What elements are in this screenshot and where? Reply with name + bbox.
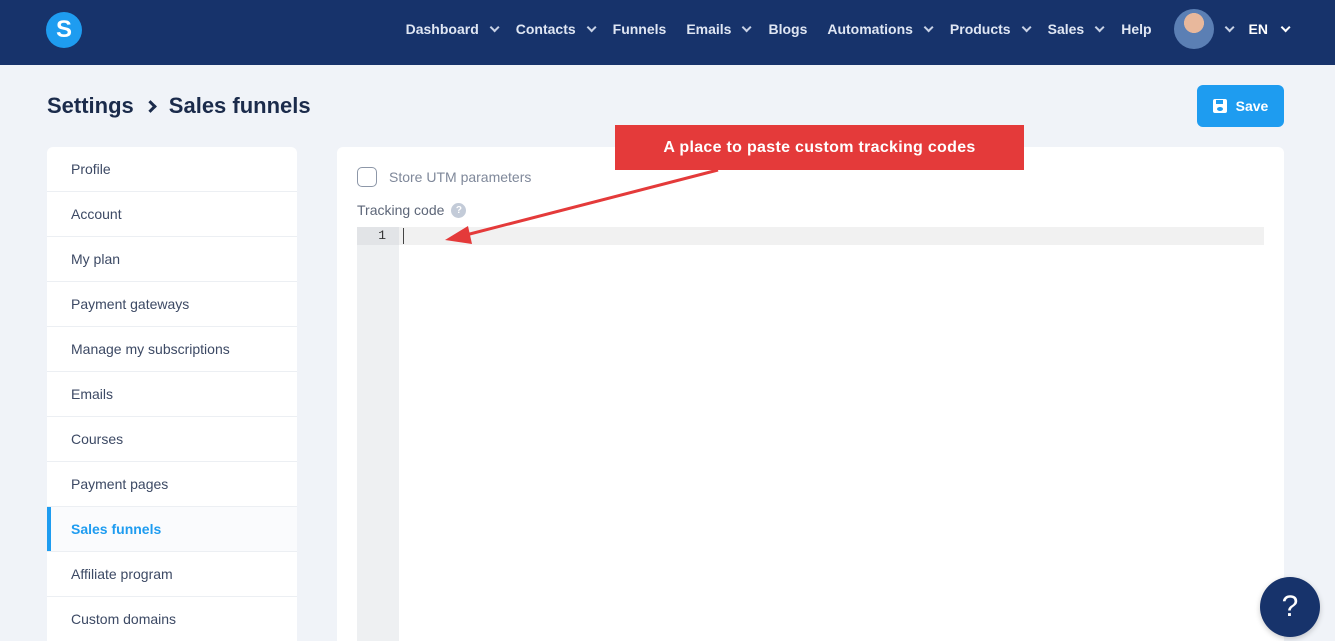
tracking-code-editor: 1 [357,227,1264,641]
nav-products[interactable]: Products [950,21,1032,37]
line-number: 1 [357,227,399,245]
sidebar-item-account[interactable]: Account [47,192,297,237]
user-avatar[interactable] [1173,9,1214,49]
chevron-down-icon [742,21,753,32]
nav-contacts[interactable]: Contacts [516,21,597,37]
sidebar-item-payment-pages[interactable]: Payment pages [47,462,297,507]
chevron-down-icon [1094,21,1105,32]
nav-blogs[interactable]: Blogs [768,21,807,37]
systeme-logo[interactable]: S [46,12,82,48]
nav-help[interactable]: Help [1121,21,1151,37]
breadcrumb-settings[interactable]: Settings [47,93,134,119]
sidebar-item-profile[interactable]: Profile [47,147,297,192]
editor-gutter [357,227,399,641]
nav-emails[interactable]: Emails [686,21,753,37]
settings-panel: Store UTM parameters Tracking code ? 1 [337,147,1284,641]
store-utm-checkbox[interactable] [357,167,377,187]
chevron-down-icon [1021,21,1032,32]
sidebar-item-sales-funnels[interactable]: Sales funnels [47,507,297,552]
sidebar-item-emails[interactable]: Emails [47,372,297,417]
help-chat-button[interactable]: ? [1260,577,1320,637]
tracking-code-label: Tracking code ? [357,202,467,218]
nav-automations[interactable]: Automations [827,21,934,37]
sidebar-item-courses[interactable]: Courses [47,417,297,462]
chevron-down-icon [923,21,934,32]
text-cursor [403,228,404,244]
help-icon[interactable]: ? [451,202,467,218]
utm-option: Store UTM parameters [357,167,531,187]
page-title: Sales funnels [168,93,311,118]
chevron-down-icon [489,21,500,32]
floppy-disk-icon [1212,99,1227,113]
sidebar-item-payment-gateways[interactable]: Payment gateways [47,282,297,327]
sidebar-item-custom-domains[interactable]: Custom domains [47,597,297,641]
nav-sales[interactable]: Sales [1048,21,1105,37]
save-button[interactable]: Save [1197,85,1284,127]
chevron-right-icon [143,99,157,113]
nav-dashboard[interactable]: Dashboard [406,21,500,37]
chevron-down-icon [1280,21,1291,32]
store-utm-label[interactable]: Store UTM parameters [389,169,531,185]
chevron-down-icon[interactable] [1224,21,1235,32]
settings-sidebar: Profile Account My plan Payment gateways… [47,147,297,641]
nav-funnels[interactable]: Funnels [613,21,667,37]
language-selector[interactable]: EN [1249,21,1291,37]
tracking-code-input[interactable] [399,227,1264,641]
top-navbar: S Dashboard Contacts Funnels Emails Blog… [0,0,1335,65]
breadcrumb: Settings Sales funnels [47,93,311,119]
annotation-callout: A place to paste custom tracking codes [615,125,1024,170]
sidebar-item-manage-subscriptions[interactable]: Manage my subscriptions [47,327,297,372]
chevron-down-icon [586,21,597,32]
sidebar-item-my-plan[interactable]: My plan [47,237,297,282]
main-nav: Dashboard Contacts Funnels Emails Blogs … [386,0,1291,58]
sidebar-item-affiliate-program[interactable]: Affiliate program [47,552,297,597]
